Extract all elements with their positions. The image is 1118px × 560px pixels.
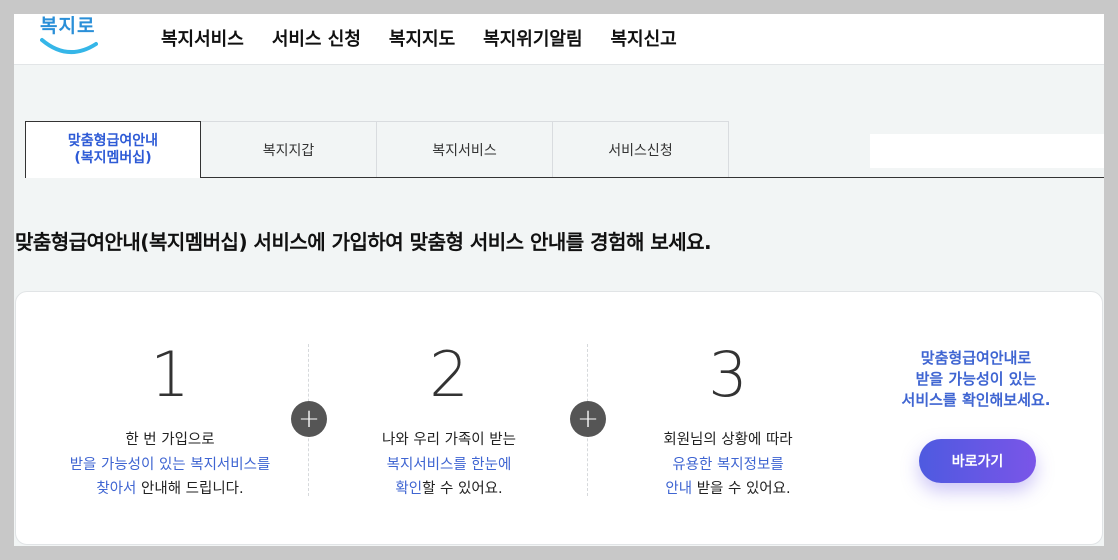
membership-info-card: 1 한 번 가입으로 받을 가능성이 있는 복지서비스를 찾아서 안내해 드립니… — [15, 291, 1103, 545]
cta-message: 맞춤형급여안내로 받을 가능성이 있는 서비스를 확인해보세요. — [876, 348, 1076, 411]
step-line: 회원님의 상황에 따라 — [663, 432, 793, 448]
step-number: 1 — [150, 338, 190, 411]
step-highlight: 확인 — [395, 481, 423, 497]
tab-service-application-label: 서비스신청 — [608, 142, 673, 159]
nav-welfare-map[interactable]: 복지지도 — [389, 25, 455, 51]
step-line: 안내 받을 수 있어요. — [598, 477, 858, 502]
nav-welfare-services[interactable]: 복지서비스 — [161, 25, 244, 51]
step-line-highlight: 복지서비스를 한눈에 — [386, 456, 512, 473]
tab-welfare-services-label: 복지서비스 — [432, 142, 497, 159]
cta-line: 서비스를 확인해보세요. — [901, 391, 1051, 409]
step-line-rest: 안내해 드립니다. — [136, 481, 244, 497]
tab-underline — [201, 177, 1104, 178]
step-description: 회원님의 상황에 따라 유용한 복지정보를 안내 받을 수 있어요. — [598, 428, 858, 502]
logo-arc-icon — [40, 38, 98, 54]
tab-custom-benefit[interactable]: 맞춤형급여안내 (복지멤버십) — [25, 121, 201, 178]
nav-crisis-alert[interactable]: 복지위기알림 — [483, 25, 582, 51]
step-line: 찾아서 안내해 드립니다. — [40, 477, 300, 502]
step-number: 3 — [708, 338, 748, 411]
page-headline: 맞춤형급여안내(복지멤버십) 서비스에 가입하여 맞춤형 서비스 안내를 경험해… — [15, 230, 712, 254]
tab-bar: 맞춤형급여안내 (복지멤버십) 복지지갑 복지서비스 서비스신청 — [25, 121, 729, 178]
tab-welfare-wallet-label: 복지지갑 — [262, 142, 315, 159]
tab-custom-benefit-label: 맞춤형급여안내 (복지멤버십) — [67, 133, 159, 166]
main-nav: 복지서비스 서비스 신청 복지지도 복지위기알림 복지신고 — [161, 14, 677, 62]
nav-service-application[interactable]: 서비스 신청 — [272, 25, 361, 51]
cta-line: 맞춤형급여안내로 — [920, 349, 1032, 367]
cta-line: 받을 가능성이 있는 — [915, 370, 1037, 388]
tab-welfare-wallet[interactable]: 복지지갑 — [201, 121, 377, 178]
site-header: 복지로 복지서비스 서비스 신청 복지지도 복지위기알림 복지신고 — [14, 14, 1104, 65]
step-line-rest: 할 수 있어요. — [422, 481, 503, 497]
site-logo[interactable]: 복지로 — [40, 14, 100, 60]
step-line: 나와 우리 가족이 받는 — [382, 432, 516, 448]
step-1: 1 한 번 가입으로 받을 가능성이 있는 복지서비스를 찾아서 안내해 드립니… — [40, 292, 300, 546]
tab-welfare-services[interactable]: 복지서비스 — [377, 121, 553, 178]
go-now-button[interactable]: 바로가기 — [919, 439, 1036, 483]
nav-welfare-report[interactable]: 복지신고 — [611, 25, 677, 51]
step-line: 한 번 가입으로 — [125, 432, 215, 448]
step-highlight: 찾아서 — [96, 481, 137, 497]
page-frame: 복지로 복지서비스 서비스 신청 복지지도 복지위기알림 복지신고 맞춤형급여안… — [14, 14, 1104, 546]
tab-bar-filler — [870, 134, 1104, 168]
step-line-highlight: 유용한 복지정보를 — [672, 456, 784, 473]
step-description: 나와 우리 가족이 받는 복지서비스를 한눈에 확인할 수 있어요. — [319, 428, 579, 502]
step-2: 2 나와 우리 가족이 받는 복지서비스를 한눈에 확인할 수 있어요. — [319, 292, 579, 546]
step-highlight: 안내 — [665, 481, 693, 497]
step-line-highlight: 받을 가능성이 있는 복지서비스를 — [69, 456, 271, 473]
step-number: 2 — [429, 338, 469, 411]
step-description: 한 번 가입으로 받을 가능성이 있는 복지서비스를 찾아서 안내해 드립니다. — [40, 428, 300, 502]
tab-service-application[interactable]: 서비스신청 — [553, 121, 729, 178]
step-3: 3 회원님의 상황에 따라 유용한 복지정보를 안내 받을 수 있어요. — [598, 292, 858, 546]
step-line: 확인할 수 있어요. — [319, 477, 579, 502]
logo-text: 복지로 — [40, 15, 96, 37]
step-line-rest: 받을 수 있어요. — [692, 481, 791, 497]
